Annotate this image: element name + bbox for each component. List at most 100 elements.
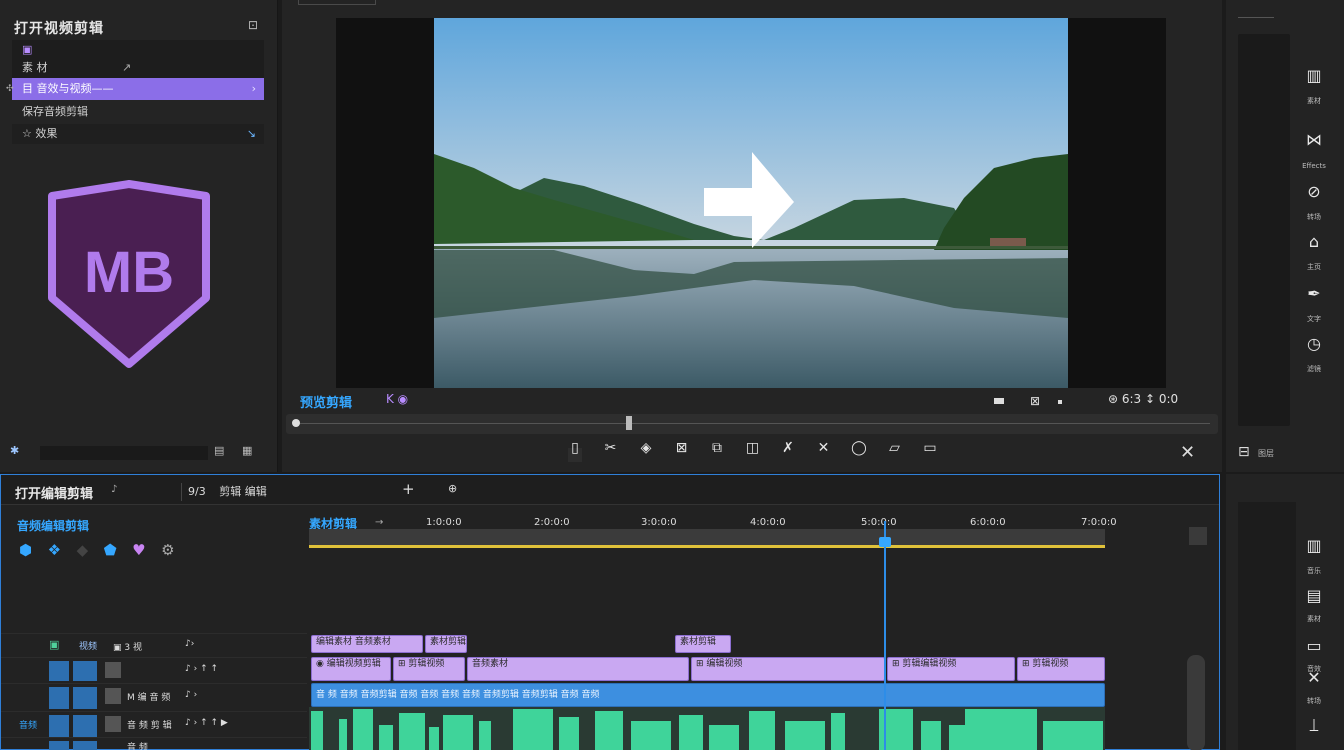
audio-waveform[interactable] bbox=[309, 707, 1105, 750]
ruler-tick: 5:0:0:0 bbox=[861, 517, 897, 528]
gear-icon[interactable]: ⚙ bbox=[161, 541, 174, 559]
track-controls[interactable]: ♪ › ↑ ↑ bbox=[185, 664, 218, 674]
sidebar-tab[interactable] bbox=[1238, 10, 1274, 18]
track-visible-toggle[interactable] bbox=[49, 687, 69, 709]
right-bottom-sidebar: ▥ 音乐 ▤ 素材 ▭ 音效 ✕ 转场 ⟘ bbox=[1226, 474, 1344, 750]
track-visible-toggle[interactable] bbox=[49, 741, 69, 750]
fit-icon[interactable] bbox=[994, 398, 1004, 404]
home-icon[interactable]: ⌂ bbox=[1296, 232, 1332, 251]
card-icon[interactable]: ▭ bbox=[1296, 636, 1332, 655]
track-lock-toggle[interactable] bbox=[73, 661, 97, 681]
cut-icon[interactable]: ✂ bbox=[598, 440, 624, 456]
skew-icon[interactable]: ▱ bbox=[882, 440, 908, 456]
panel-tab[interactable] bbox=[298, 0, 376, 5]
marker-badge[interactable]: K ◉ bbox=[386, 392, 408, 406]
work-area-bar[interactable] bbox=[309, 545, 1105, 548]
rotate-icon[interactable]: ◯ bbox=[846, 440, 872, 456]
tab-menu-icon[interactable]: ♪ bbox=[111, 484, 117, 495]
scrub-handle[interactable] bbox=[626, 416, 632, 430]
track-visible-toggle[interactable] bbox=[49, 715, 69, 737]
track-name: 音频 bbox=[19, 721, 38, 731]
scrub-start-handle[interactable] bbox=[292, 419, 300, 427]
project-list-item-4[interactable]: ☆ 效果 ↘ bbox=[12, 124, 264, 144]
clip[interactable]: ⊞ 剪辑视频 bbox=[1017, 657, 1105, 681]
layers-icon[interactable]: ⊟ bbox=[1238, 444, 1250, 460]
lock-icon[interactable]: ⊕ bbox=[448, 482, 457, 495]
grid-icon[interactable]: ▦ bbox=[242, 444, 252, 457]
clip[interactable]: 编辑素材 音频素材 bbox=[311, 635, 423, 653]
timeline-tab[interactable]: 9/3 剪辑 编辑 + ⊕ bbox=[181, 480, 471, 501]
audio-clip[interactable]: 音 频 音频 音频剪辑 音频 音频 音频 音频 音频剪辑 音频剪辑 音频 音频 bbox=[311, 683, 1105, 707]
clip[interactable]: 素材剪辑 bbox=[425, 635, 467, 653]
project-list-item-0[interactable]: ▣ bbox=[12, 40, 264, 60]
timeline-panel: 打开编辑剪辑 ♪ 9/3 剪辑 编辑 + ⊕ 音频编辑剪辑 ⬢ ❖ ◆ ⬟ ♥ … bbox=[0, 474, 1220, 750]
shield-icon[interactable]: ⬢ bbox=[19, 541, 32, 559]
clip[interactable]: ◉ 编辑视频剪辑 bbox=[311, 657, 391, 681]
frame-icon[interactable]: ▭ bbox=[917, 440, 943, 456]
playhead[interactable] bbox=[884, 521, 886, 750]
clip[interactable]: ⊞ 编辑视频 bbox=[691, 657, 885, 681]
project-list-item-1[interactable]: 素 材 ↗ bbox=[12, 58, 264, 78]
layers-label: 图层 bbox=[1258, 449, 1274, 458]
timer-icon[interactable]: ◷ bbox=[1296, 334, 1332, 353]
search-input[interactable] bbox=[40, 446, 208, 460]
expand-icon[interactable]: ✣ bbox=[6, 84, 14, 94]
clip[interactable]: ⊞ 剪辑视频 bbox=[393, 657, 465, 681]
track-header-row[interactable]: ♪ › ↑ ↑ bbox=[1, 657, 307, 683]
timeline-tools: ⬢ ❖ ◆ ⬟ ♥ ⚙ bbox=[19, 541, 175, 559]
track-header-row[interactable]: M 编 音 频 ♪ › bbox=[1, 683, 307, 709]
crop-icon[interactable]: ⟘ bbox=[1296, 716, 1332, 736]
library-icon[interactable]: ▥ bbox=[1296, 66, 1332, 85]
close-icon[interactable]: ✕ bbox=[1180, 442, 1195, 463]
project-list-item-3[interactable]: 保存音频剪辑 bbox=[12, 102, 264, 122]
quality-icon[interactable]: ⊠ bbox=[1030, 394, 1040, 408]
pin-icon[interactable]: ⊡ bbox=[248, 18, 258, 32]
clip-icon[interactable]: ▯ bbox=[562, 440, 588, 456]
link-clips-icon[interactable]: ⬟ bbox=[104, 541, 117, 559]
sidebar-label: 素材 bbox=[1307, 615, 1321, 623]
clip[interactable]: 素材剪辑 bbox=[675, 635, 731, 653]
track-lock-toggle[interactable] bbox=[73, 687, 97, 709]
mask-icon[interactable]: ◈ bbox=[633, 440, 659, 456]
timecode-display: ⊛ 6:3 ↕ 0:0 bbox=[1108, 392, 1179, 406]
delete-icon[interactable]: ✕ bbox=[811, 440, 837, 456]
cross-icon[interactable]: ✕ bbox=[1296, 668, 1332, 687]
track-controls[interactable]: ♪ › bbox=[185, 690, 197, 700]
split-icon[interactable]: ◫ bbox=[740, 440, 766, 456]
disable-icon[interactable]: ✗ bbox=[775, 440, 801, 456]
settings-icon[interactable]: ✱ bbox=[10, 444, 19, 457]
track-lock-toggle[interactable] bbox=[73, 715, 97, 737]
track-header-row[interactable]: 音 频 bbox=[1, 737, 307, 750]
sidebar-label: 转场 bbox=[1307, 697, 1321, 705]
playhead-handle[interactable] bbox=[879, 537, 891, 547]
magnet-icon[interactable]: ❖ bbox=[48, 541, 61, 559]
preview-scrubber[interactable] bbox=[286, 414, 1218, 434]
car-icon[interactable]: ⧉ bbox=[704, 440, 730, 456]
track-lock-icon[interactable]: ▣ bbox=[49, 638, 59, 651]
crop-icon[interactable]: ⊠ bbox=[669, 440, 695, 456]
timeline-title[interactable]: 打开编辑剪辑 bbox=[15, 483, 93, 502]
track-visible-toggle[interactable] bbox=[49, 661, 69, 681]
doc-icon[interactable]: ▤ bbox=[1296, 586, 1332, 605]
project-list-item-2-selected[interactable]: 目 音效与视频—— › bbox=[12, 78, 264, 100]
sidebar-label: 滤镜 bbox=[1307, 365, 1321, 373]
track-header-row[interactable]: 音频 音 频 剪 辑 ♪ › ↑ ↑ ▶ bbox=[1, 711, 307, 737]
clip[interactable]: ⊞ 剪辑编辑视频 bbox=[887, 657, 1015, 681]
pen-icon[interactable]: ✒ bbox=[1296, 284, 1332, 303]
track-header-row[interactable]: ▣ 视频 ▣ 3 视 ♪› bbox=[1, 633, 307, 659]
clip[interactable]: 音频素材 bbox=[467, 657, 689, 681]
book-icon[interactable]: ▥ bbox=[1296, 536, 1332, 555]
track-controls[interactable]: ♪ › ↑ ↑ ▶ bbox=[185, 718, 228, 728]
video-frame[interactable] bbox=[434, 18, 1068, 388]
butterfly-icon[interactable]: ⋈ bbox=[1296, 130, 1332, 149]
vertical-scrollbar[interactable] bbox=[1187, 655, 1205, 750]
add-icon[interactable]: + bbox=[402, 480, 415, 498]
dot-icon bbox=[1058, 400, 1062, 404]
heart-icon[interactable]: ♥ bbox=[132, 541, 145, 559]
list-icon[interactable]: ▤ bbox=[214, 444, 224, 457]
snap-icon[interactable]: ◆ bbox=[77, 541, 89, 559]
track-audio-icon[interactable]: ♪› bbox=[185, 639, 194, 649]
track-lock-toggle[interactable] bbox=[73, 741, 97, 750]
link-icon[interactable]: ⊘ bbox=[1296, 182, 1332, 201]
sidebar-label: 转场 bbox=[1307, 213, 1321, 221]
